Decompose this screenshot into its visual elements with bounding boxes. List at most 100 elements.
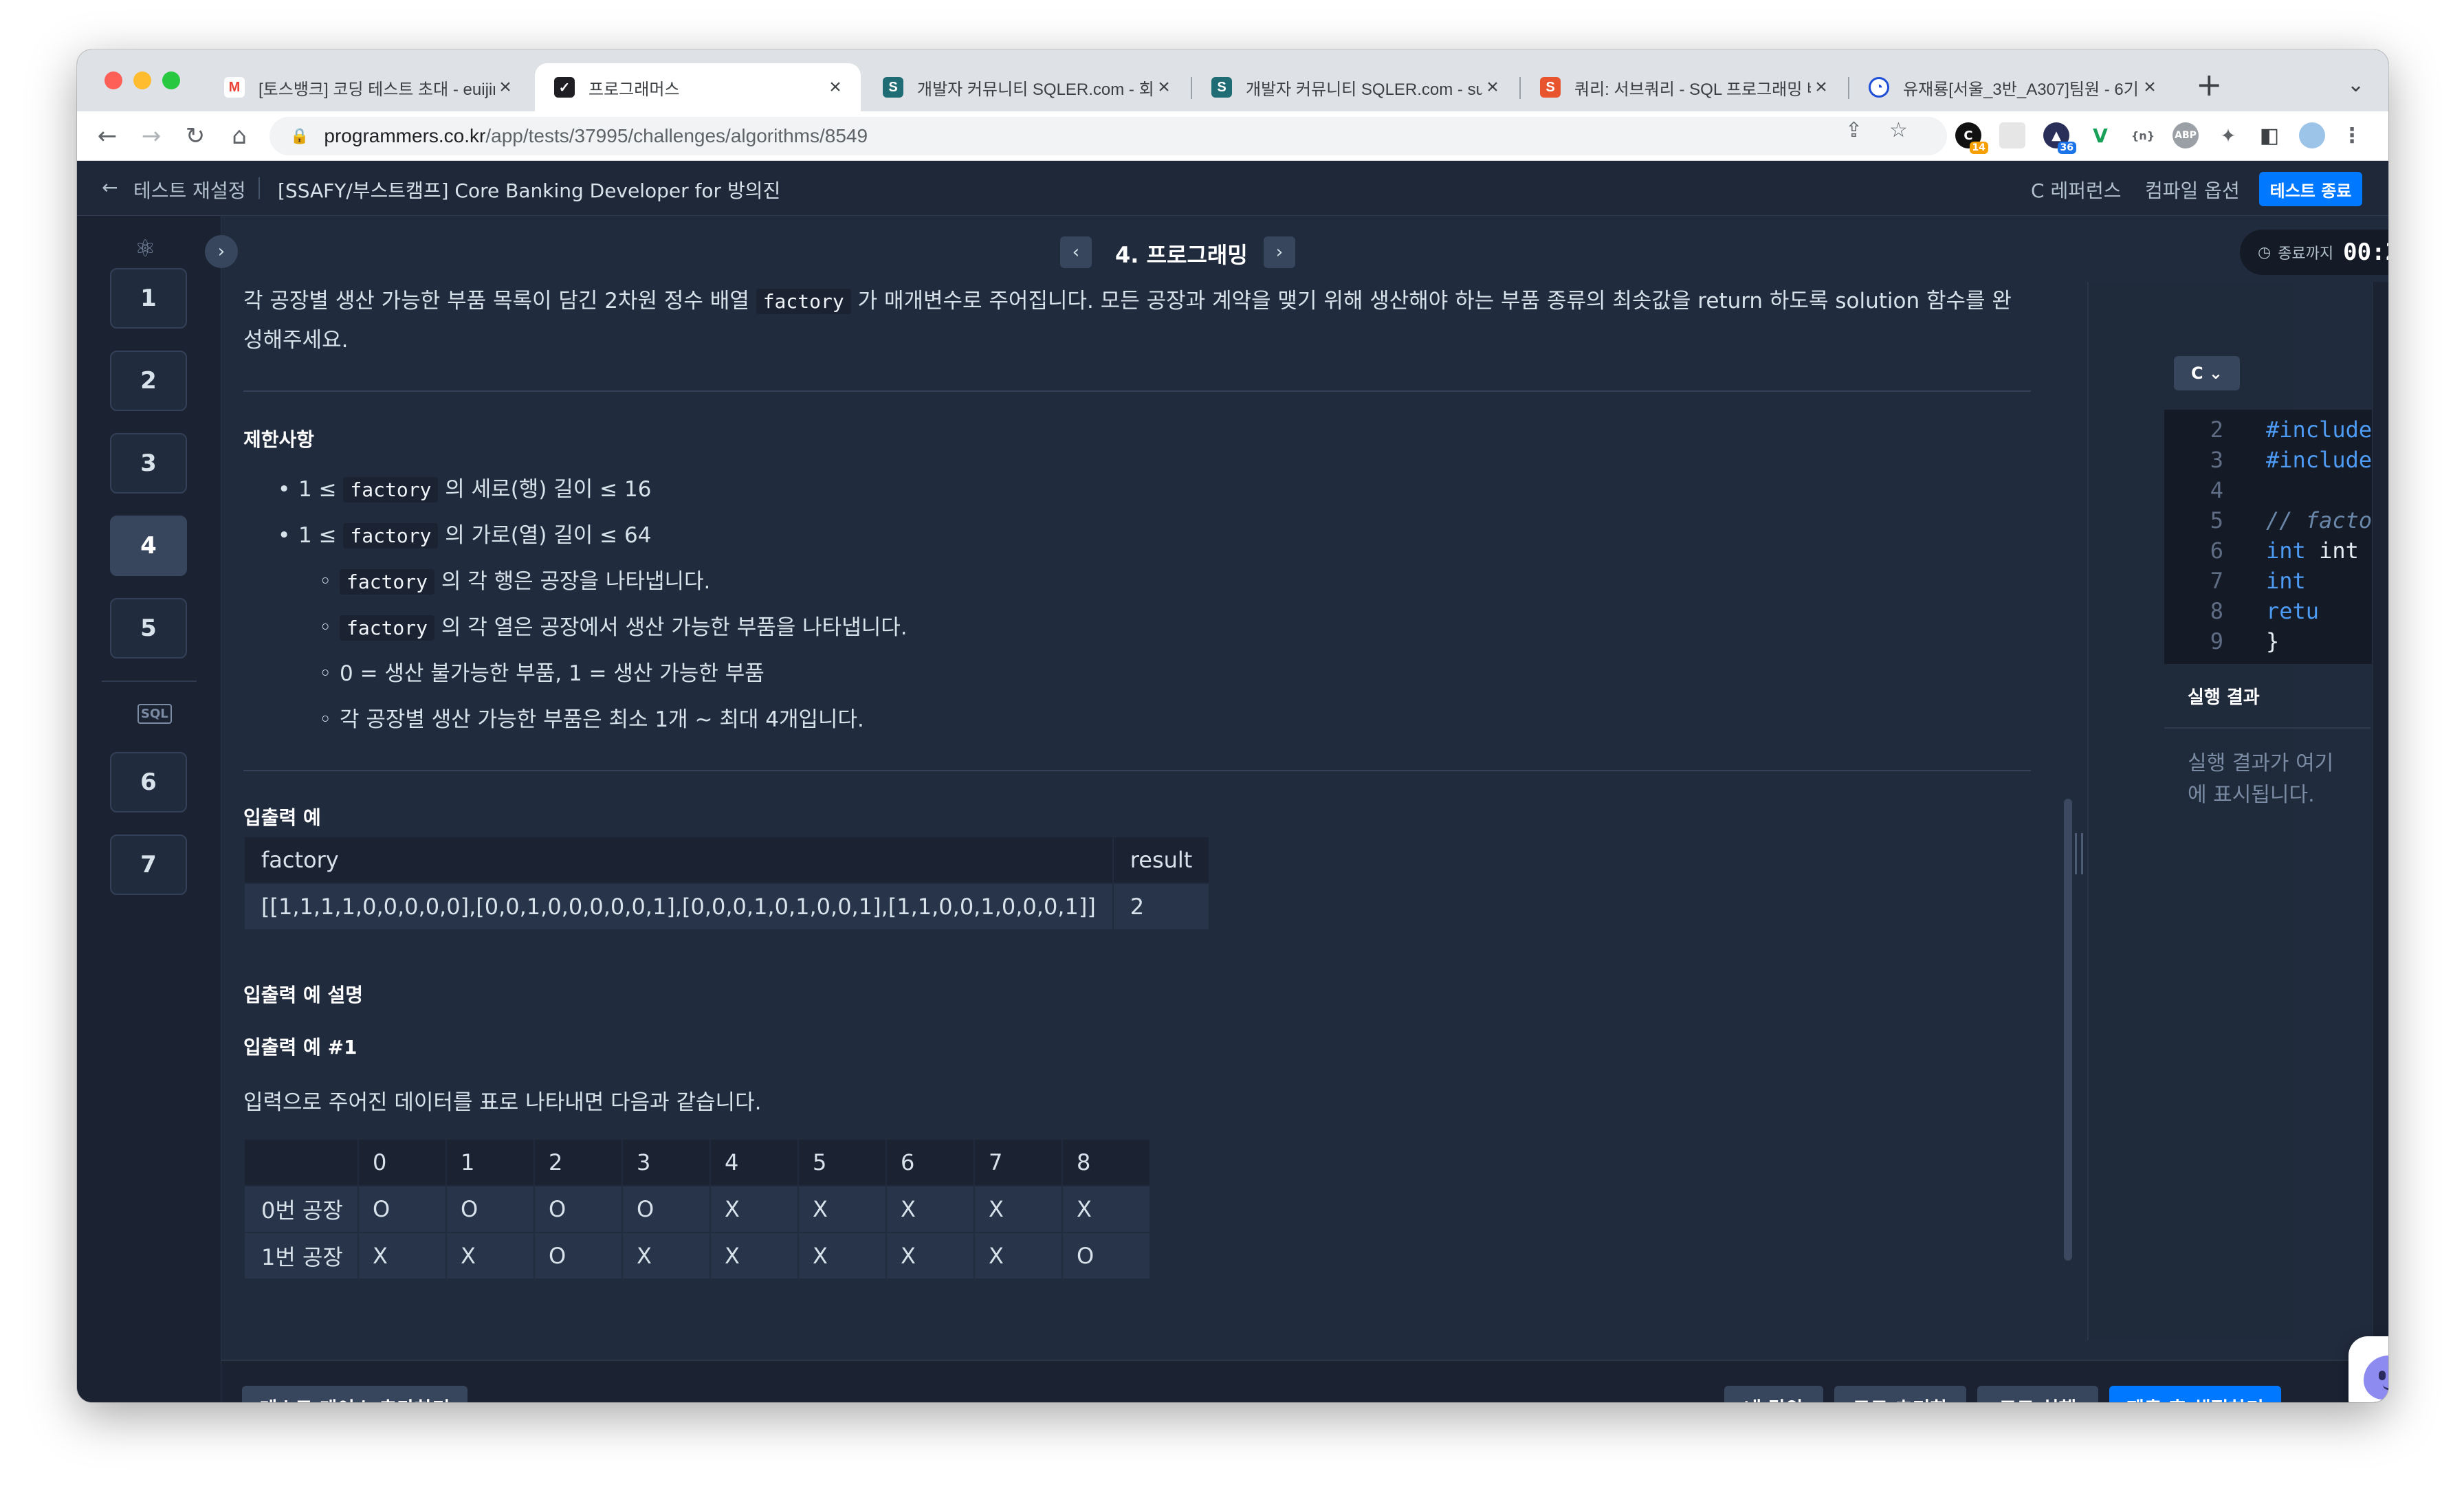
tab-title: [토스뱅크] 코딩 테스트 초대 - euijin xyxy=(258,80,495,99)
io-example-heading: 입출력 예 xyxy=(243,806,321,829)
close-tab-icon[interactable]: × xyxy=(1482,76,1503,99)
maximize-window-button[interactable] xyxy=(162,71,180,89)
prev-problem-chevron-icon[interactable]: ‹ xyxy=(1060,236,1092,268)
code-line: // facto xyxy=(2266,507,2372,533)
result-divider xyxy=(2164,727,2370,729)
code-editor[interactable]: 2 #include 3 #include 4 5 // facto 6 int… xyxy=(2164,410,2372,664)
gmail-icon: M xyxy=(224,77,245,98)
extension-abp-icon[interactable]: ABP xyxy=(2172,122,2199,148)
new-tab-button[interactable]: + xyxy=(2196,69,2223,100)
end-test-button[interactable]: 테스트 종료 xyxy=(2259,172,2362,206)
run-result-placeholder: 실행 결과가 여기에 표시됩니다. xyxy=(2188,751,2334,807)
extension-json-icon[interactable]: {n} xyxy=(2130,122,2156,148)
browser-tab[interactable]: S 개발자 커뮤니티 SQLER.com - sub × xyxy=(1192,63,1518,111)
code-line: retu xyxy=(2266,598,2320,624)
constraint-subitem: ◦ 각 공장별 생산 가능한 부품은 최소 1개 ~ 최대 4개입니다. xyxy=(319,707,864,732)
compile-options-link[interactable]: 컴파일 옵션 xyxy=(2145,176,2240,203)
grid-cell: X xyxy=(974,1185,1063,1233)
grid-cell: X xyxy=(886,1232,975,1280)
grid-header-cell: 3 xyxy=(622,1138,711,1186)
run-result-heading: 실행 결과 xyxy=(2188,687,2260,708)
extension-vue-icon[interactable]: V xyxy=(2087,122,2113,148)
code-line: int int solu xyxy=(2266,538,2372,564)
extension-hat-icon[interactable]: ▲ 36 xyxy=(2043,122,2076,154)
grid-row: 0번 공장 O O O O X X X X X xyxy=(243,1185,1151,1233)
constraint-item: • 1 ≤ factory 의 세로(행) 길이 ≤ 16 xyxy=(278,477,652,502)
next-problem-chevron-icon[interactable]: › xyxy=(1264,236,1295,268)
line-number: 6 xyxy=(2210,538,2223,564)
line-number: 4 xyxy=(2210,477,2223,503)
close-tab-icon[interactable]: × xyxy=(1154,76,1174,99)
panel-resize-handle[interactable] xyxy=(2075,833,2083,874)
code-line: #include xyxy=(2266,417,2372,443)
grid-cell: O xyxy=(358,1185,447,1233)
browser-tab[interactable]: ◔ 유재룡[서울_3반_A307]팀원 - 6기 × xyxy=(1849,63,2175,111)
sqler-icon: S xyxy=(1211,77,1232,98)
description-scrollbar[interactable] xyxy=(2064,799,2072,1261)
grid-header-cell: 5 xyxy=(798,1138,887,1186)
bookmark-star-icon[interactable]: ☆ xyxy=(1889,118,1908,142)
address-bar[interactable]: 🔒 programmers.co.kr/app/tests/37995/chal… xyxy=(270,117,1947,155)
question-2-button[interactable]: 2 xyxy=(110,351,187,411)
submit-and-grade-button[interactable]: 제출 후 채점하기 xyxy=(2109,1386,2281,1402)
grid-cell: O xyxy=(446,1185,535,1233)
extension-square-icon[interactable] xyxy=(1999,122,2025,148)
add-testcase-button[interactable]: 테스트 케이스 추가하기 xyxy=(242,1386,468,1402)
table-header-cell: factory xyxy=(243,836,1114,884)
home-icon[interactable]: ⌂ xyxy=(223,120,256,153)
my-answer-button[interactable]: 내 답안 xyxy=(1724,1386,1823,1402)
profile-avatar[interactable] xyxy=(2299,122,2325,148)
browser-tab[interactable]: M [토스뱅크] 코딩 테스트 초대 - euijin × xyxy=(205,63,531,111)
grid-cell: X xyxy=(710,1185,799,1233)
table-cell: 2 xyxy=(1112,883,1211,931)
extension-c-icon[interactable]: C 14 xyxy=(1955,122,1988,154)
browser-tab[interactable]: S 쿼리: 서브쿼리 - SQL 프로그래밍 배 × xyxy=(1521,63,1847,111)
browser-menu-icon[interactable]: ⋮ xyxy=(2339,122,2365,148)
browser-tab[interactable]: S 개발자 커뮤니티 SQLER.com - 회원 × xyxy=(864,63,1189,111)
c-reference-link[interactable]: C 레퍼런스 xyxy=(2031,176,2122,203)
table-header-row: factory result xyxy=(243,836,1211,884)
minimize-window-button[interactable] xyxy=(133,71,151,89)
close-tab-icon[interactable]: × xyxy=(825,76,846,99)
close-tab-icon[interactable]: × xyxy=(1811,76,1832,99)
question-5-button[interactable]: 5 xyxy=(110,598,187,659)
grid-cell: X xyxy=(622,1232,711,1280)
io-explanation-heading: 입출력 예 설명 xyxy=(243,984,364,1006)
sql-icon: S xyxy=(1540,77,1561,98)
expand-sidebar-chevron-icon[interactable]: › xyxy=(205,235,238,268)
back-arrow-icon[interactable]: ← xyxy=(102,176,118,199)
question-3-button[interactable]: 3 xyxy=(110,433,187,494)
constraint-item: • 1 ≤ factory 의 가로(열) 길이 ≤ 64 xyxy=(278,523,652,549)
question-6-button[interactable]: 6 xyxy=(110,752,187,812)
grid-header-row: 0 1 2 3 4 5 6 7 8 xyxy=(243,1138,1151,1186)
tab-search-chevron-icon[interactable]: ⌄ xyxy=(2347,73,2364,97)
reset-code-button[interactable]: 코드 초기화 xyxy=(1834,1386,1966,1402)
close-tab-icon[interactable]: × xyxy=(2140,76,2160,99)
question-4-button[interactable]: 4 xyxy=(110,516,187,576)
close-window-button[interactable] xyxy=(104,71,122,89)
language-select[interactable]: C ⌄ xyxy=(2174,356,2240,390)
chatbot-avatar-button[interactable] xyxy=(2348,1336,2388,1402)
share-icon[interactable]: ⇪ xyxy=(1845,118,1862,142)
constraints-heading: 제한사항 xyxy=(243,428,315,451)
close-tab-icon[interactable]: × xyxy=(495,76,516,99)
reset-test-link[interactable]: 테스트 재설정 xyxy=(133,176,245,203)
section-divider xyxy=(243,770,2031,771)
run-code-button[interactable]: 코드 실행 xyxy=(1977,1386,2098,1402)
header-divider xyxy=(258,177,260,199)
browser-tab-active[interactable]: ✓ 프로그래머스 × xyxy=(535,63,861,111)
programmers-icon: ✓ xyxy=(554,77,575,98)
forward-arrow-icon[interactable]: → xyxy=(135,120,168,153)
back-arrow-icon[interactable]: ← xyxy=(91,120,124,153)
extensions-puzzle-icon[interactable]: ✦ xyxy=(2215,122,2241,148)
timer-label: 종료까지 xyxy=(2278,245,2334,263)
test-title: [SSAFY/부스트캠프] Core Banking Developer for… xyxy=(278,179,781,202)
side-panel-icon[interactable]: ◧ xyxy=(2256,122,2282,148)
reload-icon[interactable]: ↻ xyxy=(179,120,212,153)
grid-cell: X xyxy=(798,1185,887,1233)
question-1-button[interactable]: 1 xyxy=(110,268,187,329)
problem-header xyxy=(221,216,2388,282)
grid-cell: O xyxy=(622,1185,711,1233)
question-7-button[interactable]: 7 xyxy=(110,834,187,895)
table-cell: [[1,1,1,1,0,0,0,0,0],[0,0,1,0,0,0,0,0,1]… xyxy=(243,883,1114,931)
